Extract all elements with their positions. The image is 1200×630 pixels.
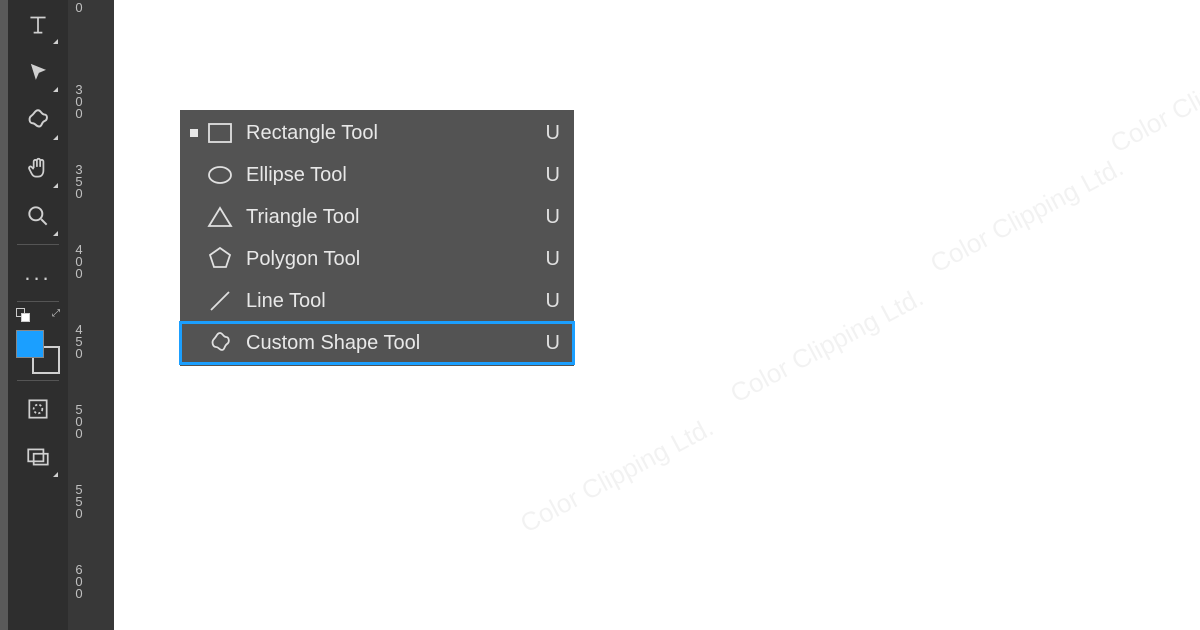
- active-indicator: [190, 129, 198, 137]
- path-selection-tool[interactable]: [14, 48, 62, 96]
- custom-shape-tool-button[interactable]: [14, 96, 62, 144]
- toolbar-divider-2: [17, 301, 59, 302]
- window-border: [0, 0, 8, 630]
- flyout-item-shortcut: U: [546, 206, 560, 229]
- flyout-item-shortcut: U: [546, 290, 560, 313]
- flyout-rectangle-tool[interactable]: Rectangle Tool U: [180, 112, 574, 154]
- polygon-icon: [204, 243, 236, 275]
- zoom-tool[interactable]: [14, 192, 62, 240]
- foreground-color[interactable]: [16, 330, 44, 358]
- flyout-item-label: Ellipse Tool: [246, 164, 546, 187]
- flyout-item-shortcut: U: [546, 122, 560, 145]
- color-swatches: [14, 328, 62, 376]
- ellipsis-icon: ...: [24, 260, 51, 286]
- vertical-ruler: 50 300 350 400 450 500 550 600: [68, 0, 114, 630]
- screen-mode[interactable]: [14, 433, 62, 481]
- flyout-polygon-tool[interactable]: Polygon Tool U: [180, 238, 574, 280]
- flyout-item-shortcut: U: [546, 248, 560, 271]
- ellipse-icon: [204, 159, 236, 191]
- flyout-item-label: Rectangle Tool: [246, 122, 546, 145]
- toolbar-divider-3: [17, 380, 59, 381]
- triangle-icon: [204, 201, 236, 233]
- custom-shape-icon: [204, 327, 236, 359]
- flyout-item-shortcut: U: [546, 332, 560, 355]
- quick-mask-mode[interactable]: [14, 385, 62, 433]
- flyout-triangle-tool[interactable]: Triangle Tool U: [180, 196, 574, 238]
- tools-panel: ... ⤢: [8, 0, 68, 630]
- flyout-item-label: Polygon Tool: [246, 248, 546, 271]
- swap-colors-icon[interactable]: ⤢: [52, 308, 60, 319]
- flyout-item-shortcut: U: [546, 164, 560, 187]
- toolbar-divider: [17, 244, 59, 245]
- flyout-ellipse-tool[interactable]: Ellipse Tool U: [180, 154, 574, 196]
- hand-tool[interactable]: [14, 144, 62, 192]
- edit-toolbar[interactable]: ...: [14, 249, 62, 297]
- line-icon: [204, 285, 236, 317]
- flyout-item-label: Custom Shape Tool: [246, 332, 546, 355]
- flyout-item-label: Triangle Tool: [246, 206, 546, 229]
- flyout-custom-shape-tool[interactable]: Custom Shape Tool U: [180, 322, 574, 364]
- shape-tool-flyout: Rectangle Tool U Ellipse Tool U Triangle…: [180, 110, 574, 366]
- type-tool[interactable]: [14, 0, 62, 48]
- rectangle-icon: [204, 117, 236, 149]
- flyout-line-tool[interactable]: Line Tool U: [180, 280, 574, 322]
- default-colors[interactable]: [16, 308, 30, 322]
- flyout-item-label: Line Tool: [246, 290, 546, 313]
